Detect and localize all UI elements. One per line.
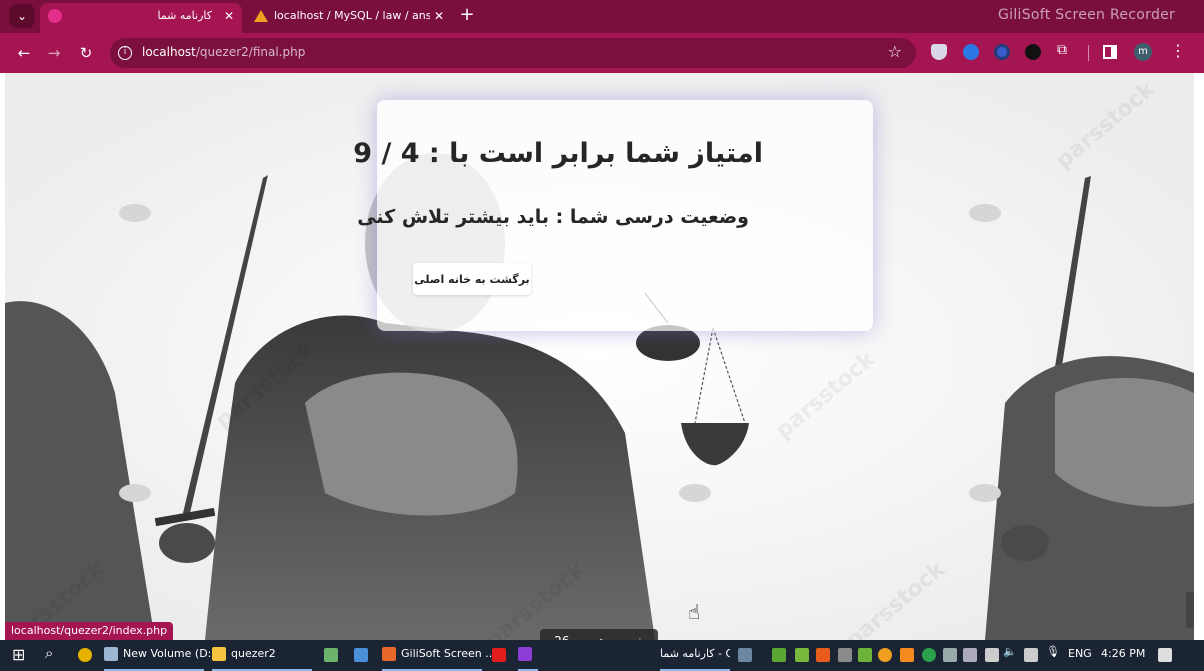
extension-circle-icon[interactable]	[994, 44, 1010, 60]
tray-app-icon[interactable]	[963, 648, 977, 662]
notifications-icon[interactable]	[1158, 648, 1172, 662]
score-heading: امتیاز شما برابر است با : 4 / 9	[353, 138, 763, 169]
result-card: امتیاز شما برابر است با : 4 / 9 وضعیت در…	[353, 100, 873, 331]
clock[interactable]: 4:26 PM	[1101, 647, 1145, 660]
nvidia-icon[interactable]	[858, 648, 872, 662]
tray-app-icon[interactable]	[878, 648, 892, 662]
site-info-icon[interactable]: i	[118, 46, 132, 60]
taskbar-item-ide[interactable]	[518, 640, 538, 671]
toolbar-divider	[1088, 45, 1089, 61]
tab-search-button[interactable]: ⌄	[9, 4, 35, 28]
hand-cursor-icon: ☝	[688, 600, 701, 624]
tab-phpmyadmin[interactable]: localhost / MySQL / law / answ ✕	[246, 3, 452, 33]
tab-title: کارنامه شما	[157, 9, 212, 22]
link-hover-status: localhost/quezer2/index.php	[5, 622, 174, 640]
address-url[interactable]: localhost/quezer2/final.php	[142, 45, 305, 59]
page-viewport: parsstock parsstock parsstock parsstock …	[5, 73, 1194, 640]
youtube-icon[interactable]	[492, 648, 506, 662]
taskbar-item-drive[interactable]: New Volume (D:)	[104, 640, 216, 671]
profile-avatar[interactable]: m	[1134, 43, 1152, 61]
shield-extension-icon[interactable]	[931, 44, 947, 60]
steam-icon[interactable]	[738, 648, 752, 662]
forward-arrow-icon[interactable]: →	[42, 41, 66, 65]
tab-favicon-icon	[48, 9, 62, 23]
menu-kebab-icon[interactable]: ⋮	[1170, 41, 1186, 60]
extension-blue-icon[interactable]	[963, 44, 979, 60]
back-home-button[interactable]: برگشت به خانه اصلی	[413, 263, 531, 295]
taskbar-item-folder[interactable]: quezer2	[212, 640, 312, 671]
tab-title: localhost / MySQL / law / answ	[274, 9, 430, 22]
bookmark-star-icon[interactable]: ☆	[888, 42, 902, 61]
browser-toolbar: ← → ↻ i localhost/quezer2/final.php ☆ ⧉ …	[0, 33, 1204, 73]
language-indicator[interactable]: ENG	[1068, 647, 1092, 660]
extensions-puzzle-icon[interactable]: ⧉	[1057, 42, 1073, 58]
tray-app-icon[interactable]	[772, 648, 786, 662]
screen: ⌄ کارنامه شما ✕ localhost / MySQL / law …	[0, 0, 1204, 671]
chrome-taskbar-icon[interactable]	[78, 648, 92, 662]
tray-app-icon[interactable]	[943, 648, 957, 662]
phpstorm-icon	[518, 647, 532, 661]
new-tab-button[interactable]: +	[456, 4, 478, 28]
battery-icon[interactable]	[985, 648, 999, 662]
recorder-watermark: GiliSoft Screen Recorder	[998, 7, 1176, 23]
status-subheading: وضعیت درسی شما : باید بیشتر تلاش کنی	[357, 206, 749, 228]
taskbar-item-recorder[interactable]: GiliSoft Screen ...	[382, 640, 496, 671]
tab-close-icon[interactable]: ✕	[434, 3, 444, 29]
address-bar[interactable]: i localhost/quezer2/final.php ☆	[110, 38, 916, 68]
scrollbar-thumb[interactable]	[1186, 592, 1194, 628]
windows-start-icon[interactable]: ⊞	[12, 645, 25, 664]
drive-icon	[104, 647, 118, 661]
side-panel-icon[interactable]	[1103, 45, 1117, 59]
speaker-icon[interactable]: 🔈	[1003, 645, 1017, 658]
phpmyadmin-favicon-icon	[254, 10, 268, 22]
tray-app-icon[interactable]	[795, 648, 809, 662]
microphone-icon[interactable]: 🎙	[1046, 645, 1060, 658]
tray-recorder-icon[interactable]	[816, 648, 830, 662]
network-icon[interactable]	[1024, 648, 1038, 662]
mail-icon[interactable]	[354, 648, 368, 662]
tray-app-icon[interactable]	[838, 648, 852, 662]
windows-taskbar: ⊞ ⌕ New Volume (D:) quezer2 GiliSoft Scr…	[0, 640, 1204, 671]
taskbar-item-chrome[interactable]: کارنامه شما - G...	[660, 640, 730, 671]
back-arrow-icon[interactable]: ←	[12, 41, 36, 65]
search-icon[interactable]: ⌕	[45, 644, 53, 662]
window-edge	[1194, 73, 1204, 640]
tab-close-icon[interactable]: ✕	[224, 3, 234, 29]
tab-results[interactable]: کارنامه شما ✕	[40, 3, 242, 33]
tab-strip: ⌄ کارنامه شما ✕ localhost / MySQL / law …	[0, 0, 1204, 33]
folder-icon	[212, 647, 226, 661]
extension-dark-icon[interactable]	[1025, 44, 1041, 60]
recorder-icon	[382, 647, 396, 661]
store-icon[interactable]	[324, 648, 338, 662]
cloud-icon[interactable]	[900, 648, 914, 662]
reload-icon[interactable]: ↻	[74, 41, 98, 65]
tray-app-icon[interactable]	[922, 648, 936, 662]
